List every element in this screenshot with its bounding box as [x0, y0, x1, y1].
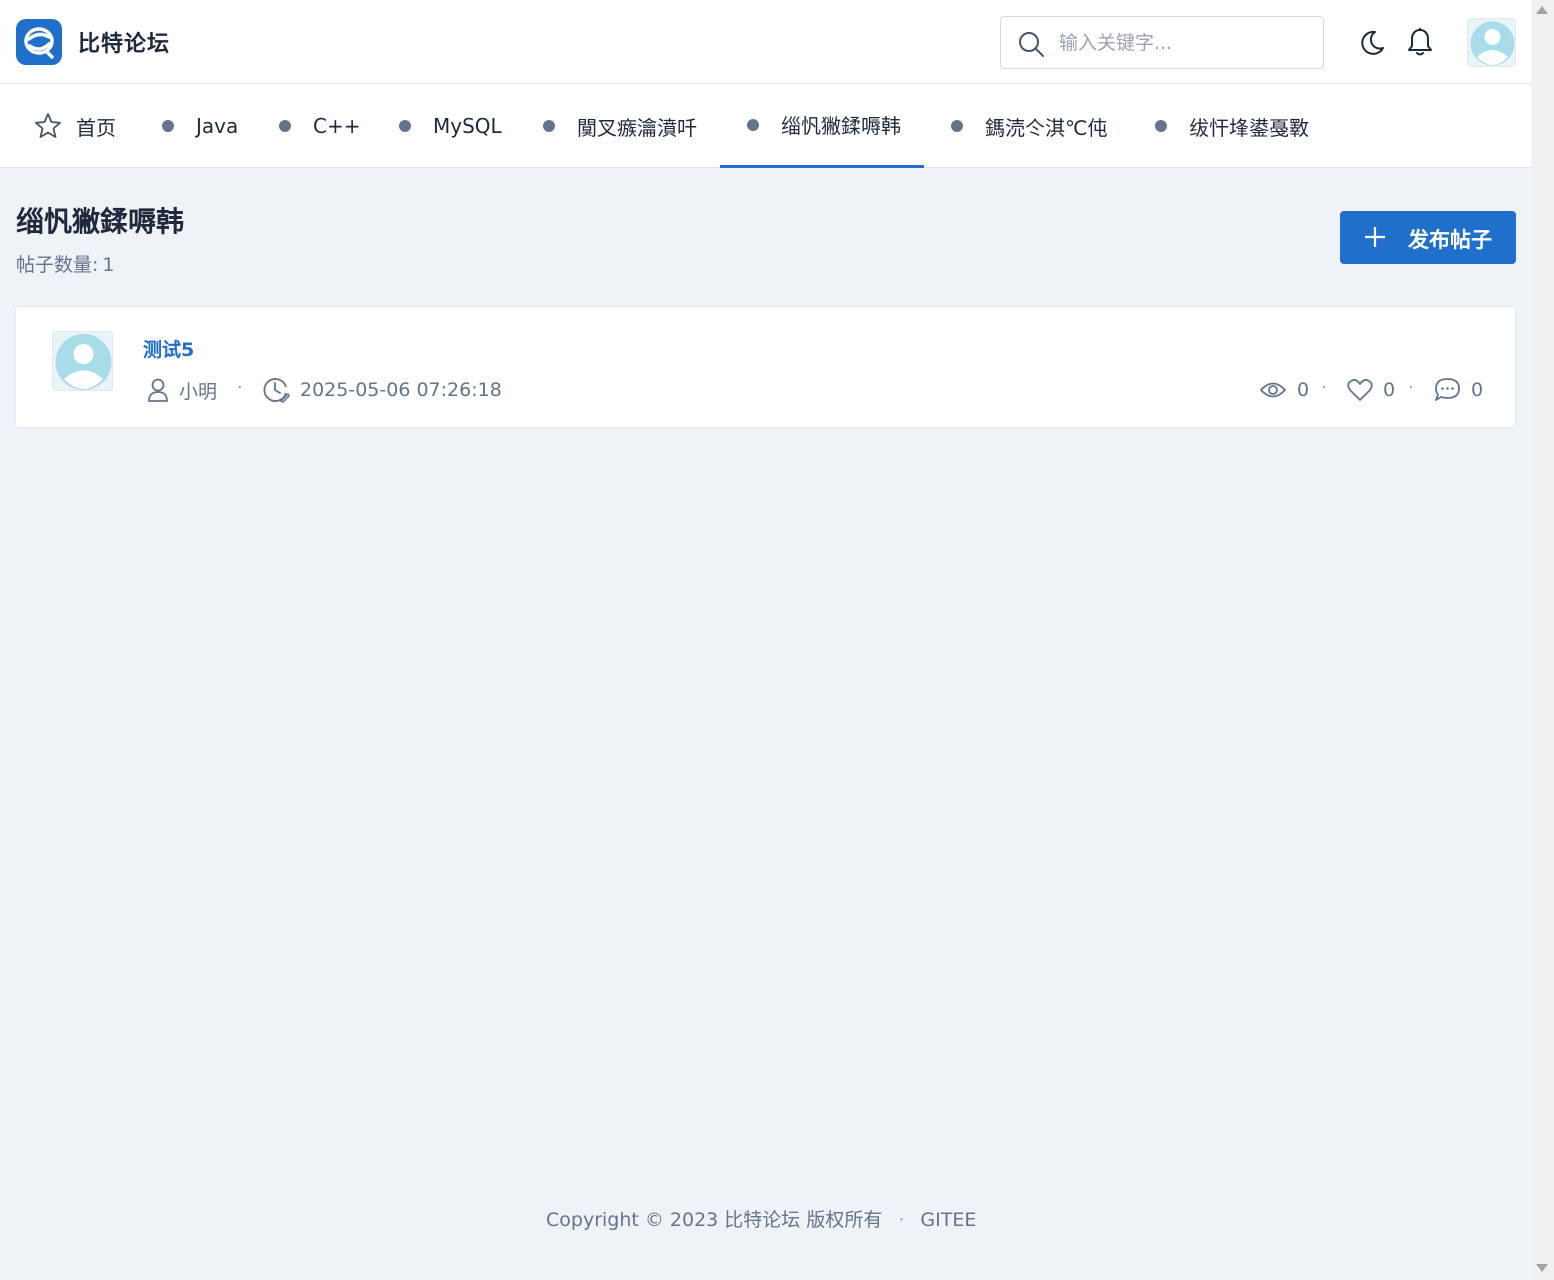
gitee-link[interactable]: GITEE [920, 1209, 976, 1231]
post-views: 0 [1259, 375, 1309, 405]
tab-label: 绂忓埄鍙戞斁 [1189, 115, 1309, 140]
tab-category-6[interactable]: 鎷涜仒淇℃伅 [951, 84, 1107, 168]
user-icon [148, 378, 168, 402]
star-icon [35, 113, 61, 138]
tab-cpp[interactable]: C++ [279, 84, 360, 168]
post-count: 帖子数量: 1 [16, 250, 115, 277]
top-header: 比特论坛 [0, 0, 1531, 84]
dot-icon [747, 118, 759, 131]
tab-label: 首页 [76, 115, 116, 140]
tab-label: MySQL [433, 114, 502, 138]
heart-icon [1347, 379, 1373, 401]
logo-icon[interactable] [16, 19, 62, 65]
eye-icon [1259, 382, 1287, 398]
bell-icon[interactable] [1406, 27, 1434, 57]
tab-label: 鎷涜仒淇℃伅 [985, 115, 1108, 140]
moon-icon[interactable] [1356, 28, 1386, 58]
footer-copyright: Copyright © 2023 比特论坛 版权所有 [546, 1209, 883, 1231]
post-comments-count: 0 [1471, 379, 1484, 401]
tab-category-7[interactable]: 绂忓埄鍙戞斁 [1155, 84, 1309, 168]
tab-mysql[interactable]: MySQL [399, 84, 502, 168]
search-input[interactable] [1059, 25, 1309, 61]
clock-icon [263, 378, 290, 403]
tab-label: 缁忛獙鍒嗕韩 [781, 114, 901, 138]
post-time: 2025-05-06 07:26:18 [262, 375, 502, 405]
post-likes-count: 0 [1383, 379, 1396, 401]
category-nav: 首页 Java C++ MySQL 闃叉瘯瀹濆吀 缁忛獙鍒嗕韩 鎷涜仒淇℃伅 绂… [0, 84, 1531, 168]
publish-post-label: 发布帖子 [1408, 228, 1492, 252]
dot-icon [279, 120, 291, 132]
post-count-value: 1 [102, 254, 115, 276]
user-avatar[interactable] [1467, 18, 1516, 67]
tab-java[interactable]: Java [162, 84, 238, 168]
scroll-up-arrow-icon[interactable] [1536, 6, 1548, 14]
tab-label: Java [196, 114, 239, 138]
meta-separator: · [1321, 377, 1327, 398]
brand-name[interactable]: 比特论坛 [78, 26, 170, 58]
post-comments[interactable]: 0 [1434, 375, 1483, 405]
tab-label: 闃叉瘯瀹濆吀 [577, 115, 697, 140]
post-count-label: 帖子数量: [16, 254, 99, 276]
post-item[interactable]: 测试5 小明 · 2025-05-06 07:26:18 0 · 0 · 0 [15, 306, 1516, 428]
dot-icon [543, 120, 555, 132]
tab-home[interactable]: 首页 [34, 84, 116, 168]
search-icon [1019, 32, 1044, 57]
dot-icon [1155, 120, 1167, 132]
tab-label: C++ [313, 114, 361, 138]
dot-icon [951, 120, 963, 132]
dot-icon [162, 120, 174, 132]
footer-separator: · [898, 1209, 905, 1231]
publish-post-button[interactable]: 发布帖子 [1340, 211, 1516, 264]
post-time-value: 2025-05-06 07:26:18 [300, 379, 502, 401]
board-title: 缁忛獙鍒嗕韩 [16, 205, 185, 238]
scroll-down-arrow-icon[interactable] [1536, 1264, 1548, 1272]
post-author: 小明 [147, 375, 217, 405]
post-likes[interactable]: 0 [1347, 375, 1395, 405]
page: 比特论坛 首 [0, 0, 1531, 1280]
post-author-name: 小明 [179, 380, 218, 403]
dot-icon [399, 120, 411, 132]
post-title-link[interactable]: 测试5 [143, 335, 194, 362]
meta-separator: · [237, 377, 243, 398]
tab-category-5[interactable]: 缁忛獙鍒嗕韩 [720, 84, 924, 168]
tab-category-4[interactable]: 闃叉瘯瀹濆吀 [543, 84, 697, 168]
post-author-avatar[interactable] [52, 331, 113, 391]
post-views-count: 0 [1297, 379, 1310, 401]
search-box[interactable] [1000, 16, 1324, 69]
footer: Copyright © 2023 比特论坛 版权所有 · GITEE [546, 1205, 976, 1232]
comment-icon [1435, 378, 1460, 401]
meta-separator: · [1408, 377, 1414, 398]
vertical-scrollbar[interactable] [1531, 0, 1554, 1280]
plus-icon [1365, 227, 1385, 247]
